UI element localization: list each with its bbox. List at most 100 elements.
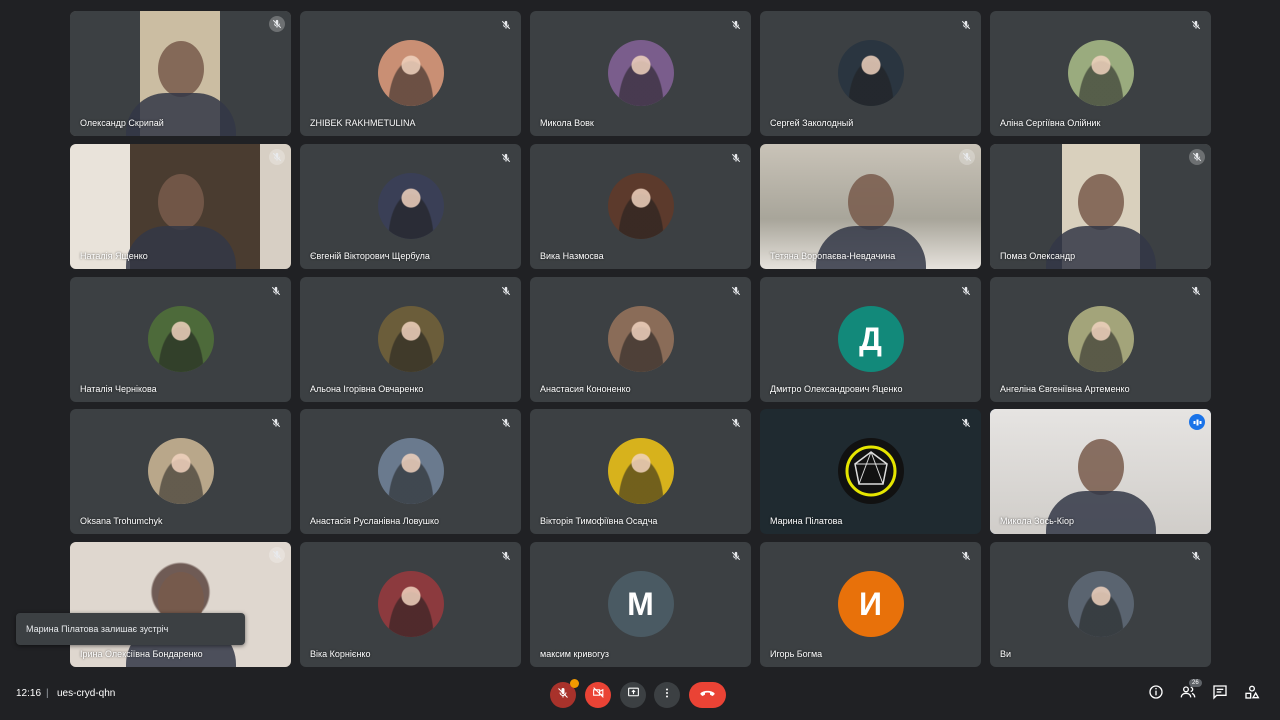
participant-name: Помаз Олександр — [1000, 251, 1076, 261]
mic-off-icon — [729, 151, 743, 165]
meeting-code[interactable]: ues-cryd-qhn — [57, 688, 115, 699]
participant-name: Олександр Скрипай — [80, 118, 164, 128]
chat-button[interactable] — [1210, 684, 1230, 704]
participant-tile[interactable]: Альона Ігорівна Овчаренко — [300, 277, 521, 402]
mic-off-icon — [729, 416, 743, 430]
participant-tile[interactable]: ZHIBEK RAKHMETULINA — [300, 11, 521, 136]
participant-name: Игорь Богма — [770, 649, 823, 659]
participant-name: Анастасія Русланівна Ловушко — [310, 516, 440, 526]
participant-tile[interactable]: Помаз Олександр — [990, 144, 1211, 269]
participant-tile[interactable]: Аліна Сергіївна Олійник — [990, 11, 1211, 136]
participant-tile[interactable]: Сергей Заколодный — [760, 11, 981, 136]
participant-avatar — [607, 40, 674, 106]
participant-avatar — [1067, 306, 1134, 372]
participant-name: Ви — [1000, 649, 1012, 659]
mic-off-icon — [269, 547, 285, 563]
more-icon — [661, 686, 673, 704]
participant-tile[interactable]: Анастасія Русланівна Ловушко — [300, 409, 521, 534]
participant-name: Микола Зось-Кіор — [1000, 516, 1075, 526]
activities-button[interactable] — [1242, 684, 1262, 704]
mic-off-icon — [269, 284, 283, 298]
meeting-details-button[interactable] — [1146, 684, 1166, 704]
participant-tile[interactable]: Наталія Ященко — [70, 144, 291, 269]
participant-name: Віка Корнієнко — [310, 649, 371, 659]
participant-avatar — [607, 306, 674, 372]
participant-name: Альона Ігорівна Овчаренко — [310, 384, 424, 394]
present-now-button[interactable] — [620, 682, 646, 708]
participant-avatar — [1067, 571, 1134, 637]
participant-name: ZHIBEK RAKHMETULINA — [310, 118, 416, 128]
mic-off-icon — [1189, 149, 1205, 165]
mic-off-icon — [269, 416, 283, 430]
participant-avatar: Д — [837, 306, 904, 372]
info-icon — [1148, 684, 1164, 705]
participant-name: Наталія Чернікова — [80, 384, 157, 394]
mic-off-icon — [499, 151, 513, 165]
mic-off-icon — [959, 149, 975, 165]
participant-tile[interactable]: Микола Зось-Кіор — [990, 409, 1211, 534]
participant-tile[interactable]: Олександр Скрипай — [70, 11, 291, 136]
participant-avatar — [377, 571, 444, 637]
mic-off-icon — [959, 416, 973, 430]
participant-tile[interactable]: И Игорь Богма — [760, 542, 981, 667]
toast-text: Марина Пілатова залишає зустріч — [26, 624, 169, 634]
participant-tile[interactable]: Тетяна Воропаєва-Невдачина — [760, 144, 981, 269]
more-options-button[interactable] — [654, 682, 680, 708]
mic-off-icon — [959, 284, 973, 298]
participant-name: Марина Пілатова — [770, 516, 843, 526]
participant-name: Наталія Ященко — [80, 251, 148, 261]
participant-tile[interactable]: Ммаксим кривогуз — [530, 542, 751, 667]
participant-avatar — [377, 306, 444, 372]
mic-off-icon — [1189, 549, 1203, 563]
participant-name: Ангеліна Євгеніївна Артеменко — [1000, 384, 1130, 394]
activities-icon — [1244, 684, 1260, 705]
participant-tile[interactable]: Вика Назмосва — [530, 144, 751, 269]
participant-avatar — [377, 173, 444, 239]
leave-call-button[interactable] — [689, 682, 726, 708]
mic-off-icon — [729, 549, 743, 563]
mic-warning-badge — [570, 679, 579, 688]
participant-tile[interactable]: Ірина Олексіївна Бондаренко — [70, 542, 291, 667]
participant-tile[interactable]: Віка Корнієнко — [300, 542, 521, 667]
participant-tile[interactable]: Ангеліна Євгеніївна Артеменко — [990, 277, 1211, 402]
participant-name: Тетяна Воропаєва-Невдачина — [770, 251, 896, 261]
participant-tile[interactable]: Євгеній Вікторович Щербула — [300, 144, 521, 269]
mic-off-icon — [499, 416, 513, 430]
participant-name: Аліна Сергіївна Олійник — [1000, 118, 1101, 128]
participant-tile[interactable]: Наталія Чернікова — [70, 277, 291, 402]
clock: 12:16 — [16, 688, 42, 699]
mic-off-icon — [1189, 284, 1203, 298]
participant-tile[interactable]: Анастасия Кононенко — [530, 277, 751, 402]
mic-toggle-button[interactable] — [550, 679, 579, 708]
participants-button[interactable]: 26 — [1178, 679, 1202, 704]
participant-name: Євгеній Вікторович Щербула — [310, 251, 430, 261]
participant-avatar — [147, 438, 214, 504]
participant-name: Oksana Trohumchyk — [80, 516, 163, 526]
participant-avatar — [607, 173, 674, 239]
participant-name: Вікторія Тимофіївна Осадча — [540, 516, 658, 526]
participant-tile[interactable]: Oksana Trohumchyk — [70, 409, 291, 534]
participant-tile[interactable]: Ви — [990, 542, 1211, 667]
camera-toggle-button[interactable] — [585, 682, 611, 708]
separator: | — [46, 688, 49, 699]
participant-tile[interactable]: Марина Пілатова — [760, 409, 981, 534]
participant-name: Дмитро Олександрович Яценко — [770, 384, 903, 394]
chat-icon — [1212, 684, 1228, 705]
participant-tile[interactable]: Микола Вовк — [530, 11, 751, 136]
mic-off-icon — [557, 686, 569, 704]
participant-grid: Олександр Скрипай ZHIBEK RAKHMETULINA Мико… — [0, 0, 1280, 680]
participant-tile[interactable]: Д Дмитро Олександрович Яценко — [760, 277, 981, 402]
mic-off-icon — [269, 149, 285, 165]
participants-count: 26 — [1189, 679, 1202, 687]
mic-off-icon — [269, 16, 285, 32]
mic-off-icon — [499, 549, 513, 563]
mic-off-icon — [1189, 18, 1203, 32]
participant-tile[interactable]: Вікторія Тимофіївна Осадча — [530, 409, 751, 534]
bottom-control-bar: 12:16 | ues-cryd-qhn 26 — [0, 675, 1280, 720]
participant-avatar — [837, 40, 904, 106]
participant-avatar — [377, 40, 444, 106]
mic-off-icon — [729, 284, 743, 298]
participant-avatar — [837, 438, 904, 504]
participant-name: максим кривогуз — [540, 649, 610, 659]
participant-name: Анастасия Кононенко — [540, 384, 631, 394]
